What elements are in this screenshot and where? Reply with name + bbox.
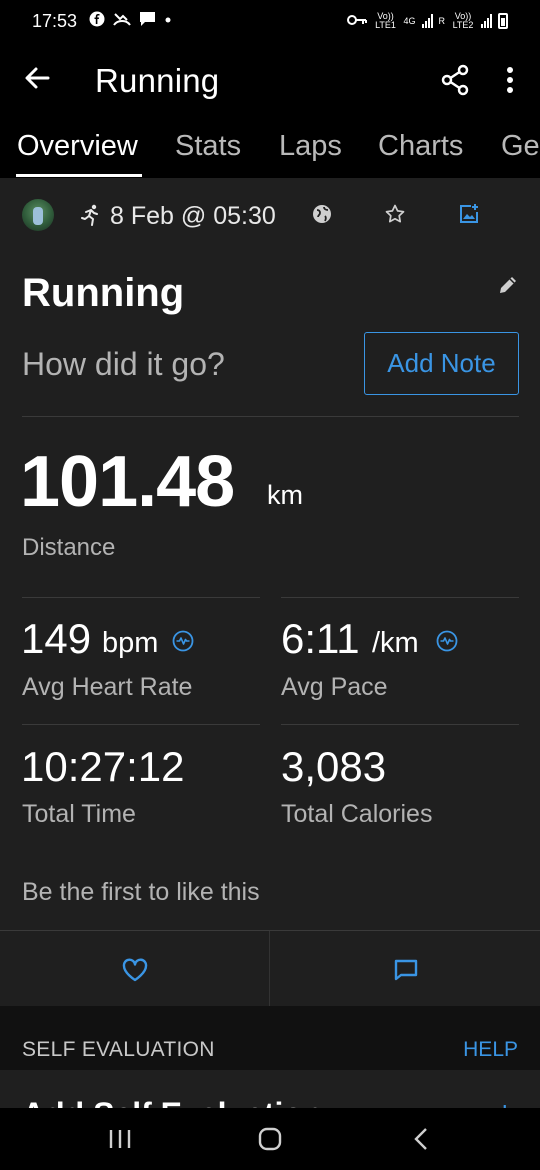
privacy-button[interactable] bbox=[311, 203, 333, 225]
tab-stats[interactable]: Stats bbox=[175, 130, 241, 163]
network-label-4g: 4G bbox=[403, 15, 416, 26]
activity-date: 8 Feb @ 05:30 bbox=[110, 202, 276, 230]
status-bar: 17:53 Vo)) LTE1 4G R Vo)) LTE2 bbox=[0, 0, 540, 42]
pencil-icon bbox=[500, 277, 516, 293]
chevron-left-icon bbox=[414, 1128, 427, 1150]
edit-name-button[interactable] bbox=[496, 273, 520, 297]
running-activity-icon bbox=[80, 204, 102, 226]
more-options-button[interactable] bbox=[496, 62, 524, 98]
heart-rate-value: 149 bbox=[21, 615, 92, 662]
app-bar: Running bbox=[0, 42, 540, 118]
signal-strength-icon bbox=[421, 14, 433, 28]
activity-name: Running bbox=[22, 271, 185, 315]
self-evaluation-header: SELF EVALUATION HELP bbox=[0, 1028, 540, 1070]
tab-active-indicator bbox=[16, 174, 142, 177]
tab-charts[interactable]: Charts bbox=[378, 130, 463, 163]
tab-gear[interactable]: Ge bbox=[501, 130, 540, 163]
section-spacer bbox=[0, 1006, 540, 1028]
divider bbox=[281, 724, 519, 725]
share-button[interactable] bbox=[438, 62, 474, 98]
network-label-lte1: Vo)) LTE1 bbox=[375, 11, 396, 30]
activity-overview: 8 Feb @ 05:30 Running How did it go? Add… bbox=[0, 178, 540, 930]
likes-text[interactable]: Be the first to like this bbox=[22, 878, 260, 907]
tab-laps[interactable]: Laps bbox=[279, 130, 342, 163]
total-time-value: 10:27:12 bbox=[21, 743, 185, 790]
divider bbox=[22, 416, 519, 417]
star-outline-icon bbox=[385, 204, 405, 223]
system-back-button[interactable] bbox=[411, 1127, 431, 1151]
system-nav-bar bbox=[0, 1108, 540, 1170]
favorite-button[interactable] bbox=[384, 203, 406, 225]
add-icon: + bbox=[496, 1096, 514, 1108]
share-icon bbox=[441, 64, 469, 96]
divider bbox=[281, 597, 519, 598]
pace-unit: /km bbox=[372, 627, 419, 659]
heart-rate-unit: bpm bbox=[102, 627, 159, 659]
heart-rate-label: Avg Heart Rate bbox=[22, 673, 193, 701]
distance-value: 101.48 bbox=[20, 442, 235, 522]
section-title: SELF EVALUATION bbox=[22, 1038, 215, 1061]
page-title: Running bbox=[95, 62, 220, 99]
comment-icon bbox=[394, 959, 418, 981]
pace-chart-icon[interactable] bbox=[436, 630, 458, 652]
more-vertical-icon bbox=[507, 67, 513, 93]
network-label-lte2: Vo)) LTE2 bbox=[452, 11, 474, 30]
calories-value: 3,083 bbox=[281, 743, 387, 790]
arrow-left-icon bbox=[25, 67, 50, 89]
heart-rate-chart-icon[interactable] bbox=[172, 630, 194, 652]
avatar[interactable] bbox=[22, 199, 54, 231]
pace-label: Avg Pace bbox=[281, 673, 388, 701]
facebook-notification-icon bbox=[89, 11, 105, 31]
heart-outline-icon bbox=[122, 958, 148, 982]
vpn-key-icon bbox=[347, 14, 368, 28]
distance-unit: km bbox=[267, 480, 303, 510]
add-photo-icon bbox=[460, 204, 478, 223]
add-self-evaluation-row[interactable]: Add Self Evaluation + bbox=[0, 1070, 540, 1108]
back-button[interactable] bbox=[20, 60, 56, 96]
signal-strength-2-icon bbox=[481, 14, 492, 28]
battery-icon bbox=[498, 13, 508, 29]
status-bar-right: Vo)) LTE1 4G R Vo)) LTE2 bbox=[347, 12, 508, 30]
tab-overview[interactable]: Overview bbox=[17, 130, 138, 163]
distance-label: Distance bbox=[22, 534, 116, 561]
social-action-bar bbox=[0, 930, 540, 1007]
dot-notification-icon bbox=[164, 11, 172, 31]
globe-icon bbox=[313, 205, 331, 223]
home-button[interactable] bbox=[258, 1127, 282, 1151]
network-label-roaming: R bbox=[438, 15, 446, 26]
divider bbox=[22, 724, 260, 725]
like-button[interactable] bbox=[121, 957, 149, 983]
total-time-label: Total Time bbox=[22, 800, 136, 828]
pace-value: 6:11 bbox=[281, 615, 360, 662]
divider bbox=[269, 931, 270, 1007]
message-icon bbox=[139, 11, 156, 31]
home-icon bbox=[258, 1127, 282, 1151]
add-photo-button[interactable] bbox=[458, 203, 480, 225]
calories-label: Total Calories bbox=[281, 800, 433, 828]
divider bbox=[22, 597, 260, 598]
comment-button[interactable] bbox=[393, 957, 419, 983]
tab-bar: Overview Stats Laps Charts Ge bbox=[0, 118, 540, 178]
missed-call-icon bbox=[113, 11, 131, 31]
status-bar-left: 17:53 bbox=[32, 11, 172, 32]
activity-meta-row: 8 Feb @ 05:30 bbox=[0, 178, 540, 254]
add-self-evaluation-label: Add Self Evaluation bbox=[22, 1096, 322, 1108]
status-time: 17:53 bbox=[32, 10, 78, 31]
add-note-button[interactable]: Add Note bbox=[364, 332, 519, 395]
recent-apps-button[interactable] bbox=[107, 1128, 133, 1150]
help-link[interactable]: HELP bbox=[463, 1038, 518, 1062]
note-prompt: How did it go? bbox=[22, 346, 225, 382]
recent-apps-icon bbox=[109, 1130, 131, 1148]
